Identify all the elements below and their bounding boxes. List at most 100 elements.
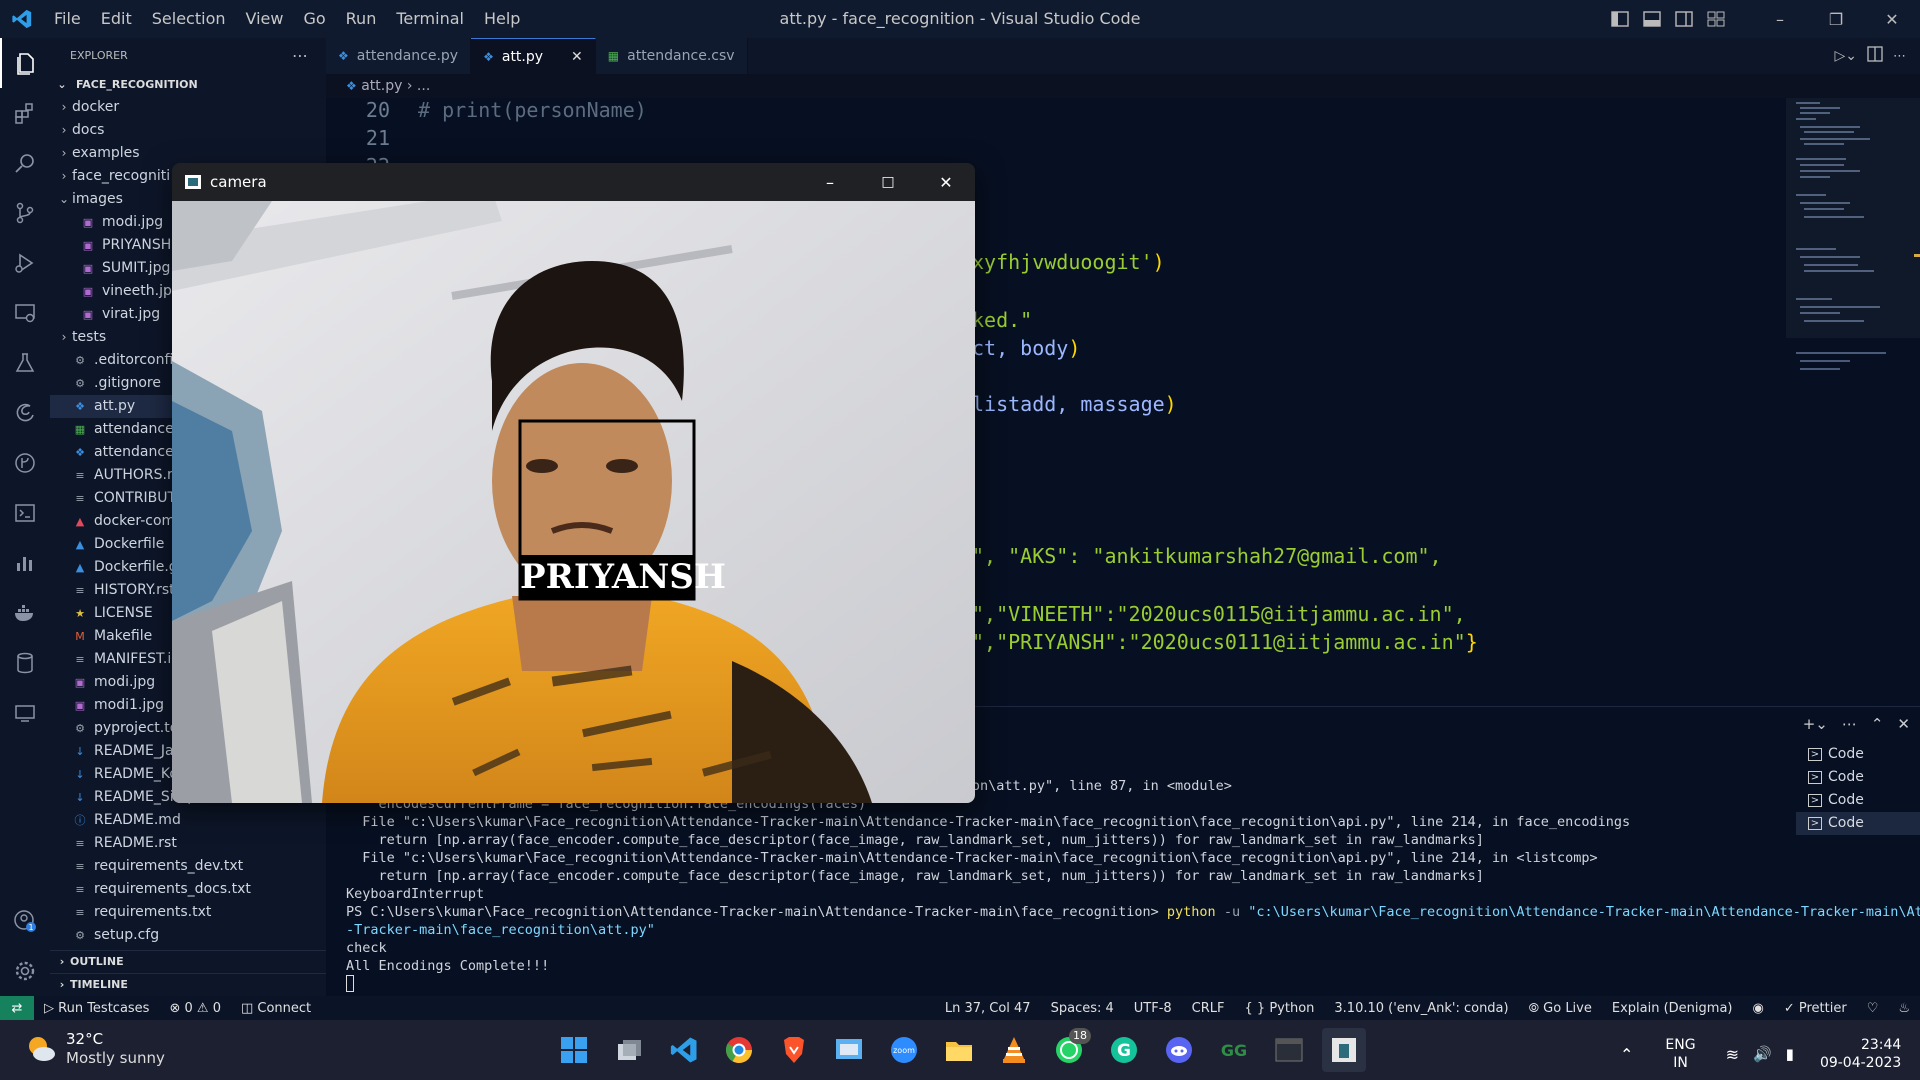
terminal-output[interactable]: ker-main\face_recognition\att.py", line … bbox=[346, 777, 1920, 992]
start-windows-icon[interactable] bbox=[552, 1028, 596, 1072]
camera-window[interactable]: camera – □ ✕ PRIYANSH bbox=[172, 163, 975, 803]
terminal-app-icon[interactable] bbox=[1267, 1028, 1311, 1072]
run-python-file-icon[interactable]: ▷⌄ bbox=[1835, 48, 1858, 64]
terminal-icon[interactable] bbox=[0, 488, 50, 538]
remote-indicator-icon[interactable]: ⇄ bbox=[0, 996, 34, 1020]
menu-view[interactable]: View bbox=[236, 0, 294, 38]
wifi-icon[interactable]: ≋ bbox=[1726, 1045, 1739, 1064]
control-panel-icon[interactable] bbox=[827, 1028, 871, 1072]
python-camera-app-icon[interactable] bbox=[1322, 1028, 1366, 1072]
camera-minimize-button[interactable]: – bbox=[801, 173, 859, 192]
feedback-icon[interactable]: ♡ bbox=[1857, 1001, 1889, 1016]
vscode-taskbar-icon[interactable] bbox=[662, 1028, 706, 1072]
python-interpreter[interactable]: 3.10.10 ('env_Ank': conda) bbox=[1324, 1001, 1518, 1016]
file-item[interactable]: ⚙ setup.cfg bbox=[50, 924, 326, 947]
folder-item[interactable]: › docker bbox=[50, 96, 326, 119]
language-indicator[interactable]: ENG IN bbox=[1665, 1036, 1695, 1072]
weather-widget[interactable]: 32°C Mostly sunny bbox=[24, 1030, 165, 1068]
timeline-section[interactable]: › TIMELINE bbox=[50, 973, 326, 995]
prettier-button[interactable]: ✓ Prettier bbox=[1774, 1001, 1857, 1016]
menu-file[interactable]: File bbox=[44, 0, 91, 38]
explorer-icon[interactable] bbox=[0, 38, 50, 88]
edge-devtools-icon[interactable] bbox=[0, 388, 50, 438]
more-actions-icon[interactable]: ⋯ bbox=[1893, 49, 1906, 64]
toggle-secondary-sidebar-icon[interactable] bbox=[1668, 0, 1700, 38]
minimap[interactable] bbox=[1786, 98, 1920, 706]
folder-item[interactable]: › examples bbox=[50, 142, 326, 165]
folder-item[interactable]: › docs bbox=[50, 119, 326, 142]
menu-selection[interactable]: Selection bbox=[142, 0, 236, 38]
toggle-panel-icon[interactable] bbox=[1636, 0, 1668, 38]
more-actions-icon[interactable]: ⋯ bbox=[292, 38, 308, 74]
file-explorer-icon[interactable] bbox=[937, 1028, 981, 1072]
menu-go[interactable]: Go bbox=[293, 0, 335, 38]
close-panel-icon[interactable]: ✕ bbox=[1897, 715, 1910, 733]
bar-chart-icon[interactable] bbox=[0, 538, 50, 588]
file-item[interactable]: ≡ requirements_dev.txt bbox=[50, 855, 326, 878]
whatsapp-icon[interactable]: 18 bbox=[1047, 1028, 1091, 1072]
menu-run[interactable]: Run bbox=[336, 0, 387, 38]
close-tab-icon[interactable]: ✕ bbox=[571, 49, 583, 65]
file-item[interactable]: ≡ README.rst bbox=[50, 832, 326, 855]
problems-indicator[interactable]: ⊗ 0 ⚠ 0 bbox=[159, 1001, 231, 1016]
restore-button[interactable]: ❐ bbox=[1808, 0, 1864, 38]
connect-button[interactable]: ◫ Connect bbox=[231, 1001, 321, 1016]
menu-terminal[interactable]: Terminal bbox=[386, 0, 474, 38]
source-control-icon[interactable] bbox=[0, 188, 50, 238]
new-terminal-icon[interactable]: +⌄ bbox=[1803, 715, 1828, 733]
file-item[interactable]: ⓘ README.md bbox=[50, 809, 326, 832]
remote-explorer-icon[interactable] bbox=[0, 288, 50, 338]
breadcrumb-symbol[interactable]: ... bbox=[417, 78, 430, 94]
volume-icon[interactable]: 🔊 bbox=[1753, 1045, 1772, 1063]
zoom-icon[interactable]: zoom bbox=[882, 1028, 926, 1072]
run-debug-icon[interactable] bbox=[0, 238, 50, 288]
cursor-position[interactable]: Ln 37, Col 47 bbox=[935, 1001, 1041, 1016]
git-graph-icon[interactable] bbox=[0, 438, 50, 488]
copilot-icon[interactable]: ◉ bbox=[1742, 1001, 1773, 1016]
discord-icon[interactable] bbox=[1157, 1028, 1201, 1072]
accounts-icon[interactable]: 1 bbox=[0, 896, 50, 946]
camera-title-bar[interactable]: camera – □ ✕ bbox=[172, 163, 975, 201]
notifications-bell-icon[interactable]: ♨ bbox=[1888, 1001, 1920, 1016]
vlc-icon[interactable] bbox=[992, 1028, 1036, 1072]
tab-attendance-py[interactable]: ❖ attendance.py bbox=[326, 38, 472, 74]
geeksforgeeks-icon[interactable]: GG bbox=[1212, 1028, 1256, 1072]
outline-section[interactable]: › OUTLINE bbox=[50, 950, 326, 972]
menu-help[interactable]: Help bbox=[474, 0, 530, 38]
terminal-instance[interactable]: > Code bbox=[1796, 789, 1920, 812]
battery-icon[interactable]: ▮ bbox=[1786, 1045, 1794, 1063]
database-icon[interactable] bbox=[0, 638, 50, 688]
language-mode[interactable]: { } Python bbox=[1235, 1001, 1325, 1016]
file-item[interactable]: ≡ requirements.txt bbox=[50, 901, 326, 924]
file-item[interactable]: ≡ requirements_docs.txt bbox=[50, 878, 326, 901]
maximize-panel-icon[interactable]: ⌃ bbox=[1871, 715, 1884, 733]
task-view-icon[interactable] bbox=[607, 1028, 651, 1072]
tab-attendance-csv[interactable]: ▦ attendance.csv bbox=[595, 38, 748, 74]
clock[interactable]: 23:44 09-04-2023 bbox=[1820, 1036, 1901, 1072]
chrome-icon[interactable] bbox=[717, 1028, 761, 1072]
terminal-instance[interactable]: > Code bbox=[1796, 812, 1920, 835]
terminal-instance[interactable]: > Code bbox=[1796, 766, 1920, 789]
toggle-sidebar-icon[interactable] bbox=[1604, 0, 1636, 38]
file-encoding[interactable]: UTF-8 bbox=[1124, 1001, 1182, 1016]
tray-overflow-chevron-icon[interactable]: ⌃ bbox=[1620, 1045, 1633, 1064]
minimize-button[interactable]: – bbox=[1752, 0, 1808, 38]
end-of-line[interactable]: CRLF bbox=[1182, 1001, 1235, 1016]
run-testcases-button[interactable]: ▷ Run Testcases bbox=[34, 1001, 159, 1016]
live-share-icon[interactable] bbox=[0, 688, 50, 738]
terminal-instance[interactable]: > Code bbox=[1796, 743, 1920, 766]
breadcrumb-file[interactable]: att.py bbox=[361, 78, 402, 94]
customize-layout-icon[interactable] bbox=[1700, 0, 1732, 38]
extensions-icon[interactable] bbox=[0, 88, 50, 138]
tab-att-py[interactable]: ❖ att.py ✕ bbox=[471, 38, 596, 74]
split-editor-icon[interactable] bbox=[1867, 46, 1883, 66]
menu-edit[interactable]: Edit bbox=[91, 0, 142, 38]
terminal-cursor[interactable] bbox=[346, 975, 354, 992]
camera-maximize-button[interactable]: □ bbox=[859, 174, 917, 190]
brave-icon[interactable] bbox=[772, 1028, 816, 1072]
more-actions-icon[interactable]: ⋯ bbox=[1842, 715, 1857, 733]
testing-flask-icon[interactable] bbox=[0, 338, 50, 388]
search-icon[interactable] bbox=[0, 138, 50, 188]
manage-gear-icon[interactable] bbox=[0, 946, 50, 996]
indentation[interactable]: Spaces: 4 bbox=[1041, 1001, 1124, 1016]
